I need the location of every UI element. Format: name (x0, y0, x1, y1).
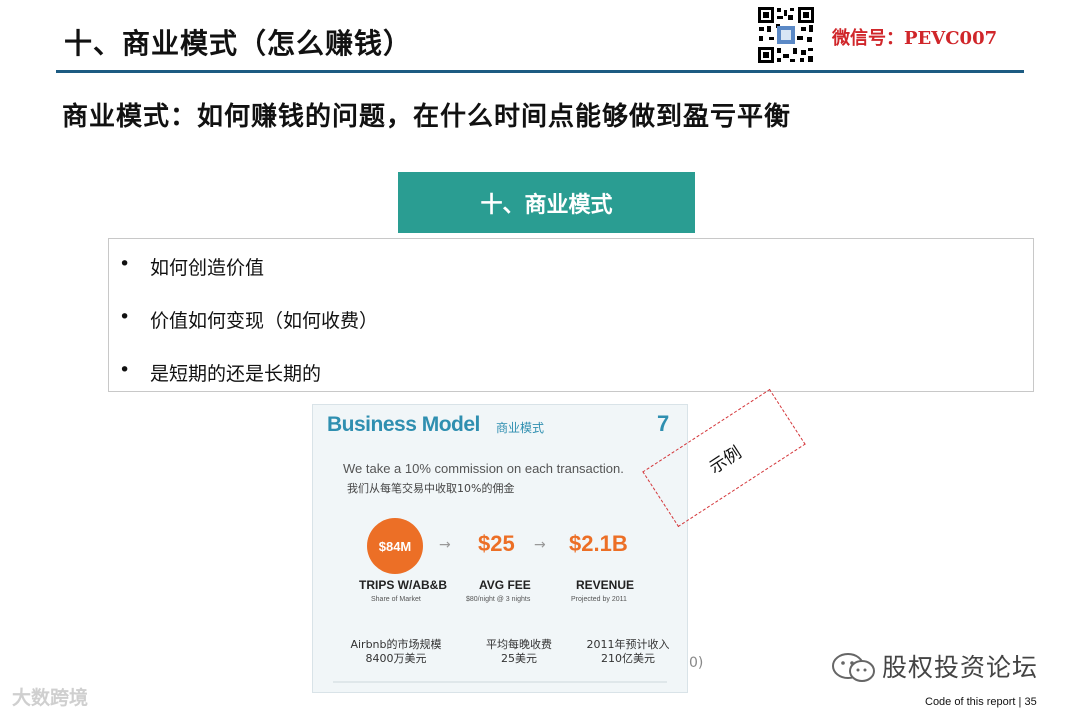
example-slide-image: Business Model 商业模式 7 We take a 10% comm… (312, 404, 688, 693)
bullet-icon: • (119, 359, 131, 381)
arrow-right-icon: → (534, 537, 546, 553)
section-tab: 十、商业模式 (398, 172, 695, 233)
example-slide-commission-en: We take a 10% commission on each transac… (343, 461, 624, 476)
bullet-text: 如何创造价值 (150, 257, 265, 279)
example-slide-page-number: 7 (657, 411, 670, 436)
bullet-list-box: • 如何创造价值 • 价值如何变现（如何收费） • 是短期的还是长期的 (108, 238, 1034, 392)
bullet-icon: • (119, 306, 131, 328)
example-slide-commission-cn: 我们从每笔交易中收取10%的佣金 (347, 482, 515, 495)
metric-trips-caption: TRIPS W/AB&B (359, 578, 447, 592)
report-footer: Code of this report | 35 (925, 696, 1037, 708)
metric-trips-circle: $84M (367, 518, 423, 574)
wechat-icon (830, 652, 878, 688)
bullet-text: 价值如何变现（如何收费） (150, 310, 379, 332)
metric-fee-cn-line2: 25美元 (501, 652, 537, 665)
bullet-text: 是短期的还是长期的 (150, 363, 322, 385)
example-slide-title-cn: 商业模式 (496, 421, 545, 435)
metric-fee-caption: AVG FEE (479, 578, 531, 592)
metric-revenue-sub: Projected by 2011 (571, 596, 627, 603)
metric-fee-sub: $80/night @ 3 nights (466, 596, 531, 603)
arrow-right-icon: → (439, 537, 451, 553)
slide-subtitle: 商业模式：如何赚钱的问题，在什么时间点能够做到盈亏平衡 (62, 102, 792, 132)
metric-revenue-caption: REVENUE (576, 578, 635, 592)
metric-trips-cn-line2: 8400万美元 (365, 652, 427, 665)
metric-trips-sub: Share of Market (371, 596, 421, 603)
metric-trips-cn-line1: Airbnb的市场规模 (350, 638, 442, 651)
metric-trips-cn: Airbnb的市场规模 8400万美元 (346, 638, 446, 666)
metric-fee-cn: 平均每晚收费 25美元 (479, 638, 559, 666)
metric-fee-value: $25 (478, 531, 515, 556)
metric-fee-cn-line1: 平均每晚收费 (486, 638, 552, 651)
qr-code-icon (757, 6, 815, 64)
watermark: 大数跨境 (12, 687, 89, 709)
example-slide-title: Business Model (327, 413, 480, 436)
forum-label: 股权投资论坛 (882, 653, 1039, 682)
metric-revenue-cn: 2011年预计收入 210亿美元 (578, 638, 678, 666)
wechat-id-label: 微信号：PEVC007 (832, 28, 998, 49)
metric-revenue-value: $2.1B (569, 531, 628, 556)
metric-revenue-cn-line1: 2011年预计收入 (586, 638, 670, 651)
paren-fragment: 0) (689, 655, 704, 671)
page-title: 十、商业模式（怎么赚钱） (64, 27, 413, 60)
example-slide-footer-rule (333, 681, 667, 683)
title-divider (56, 70, 1024, 73)
bullet-icon: • (119, 253, 131, 275)
metric-revenue-cn-line2: 210亿美元 (601, 652, 655, 665)
